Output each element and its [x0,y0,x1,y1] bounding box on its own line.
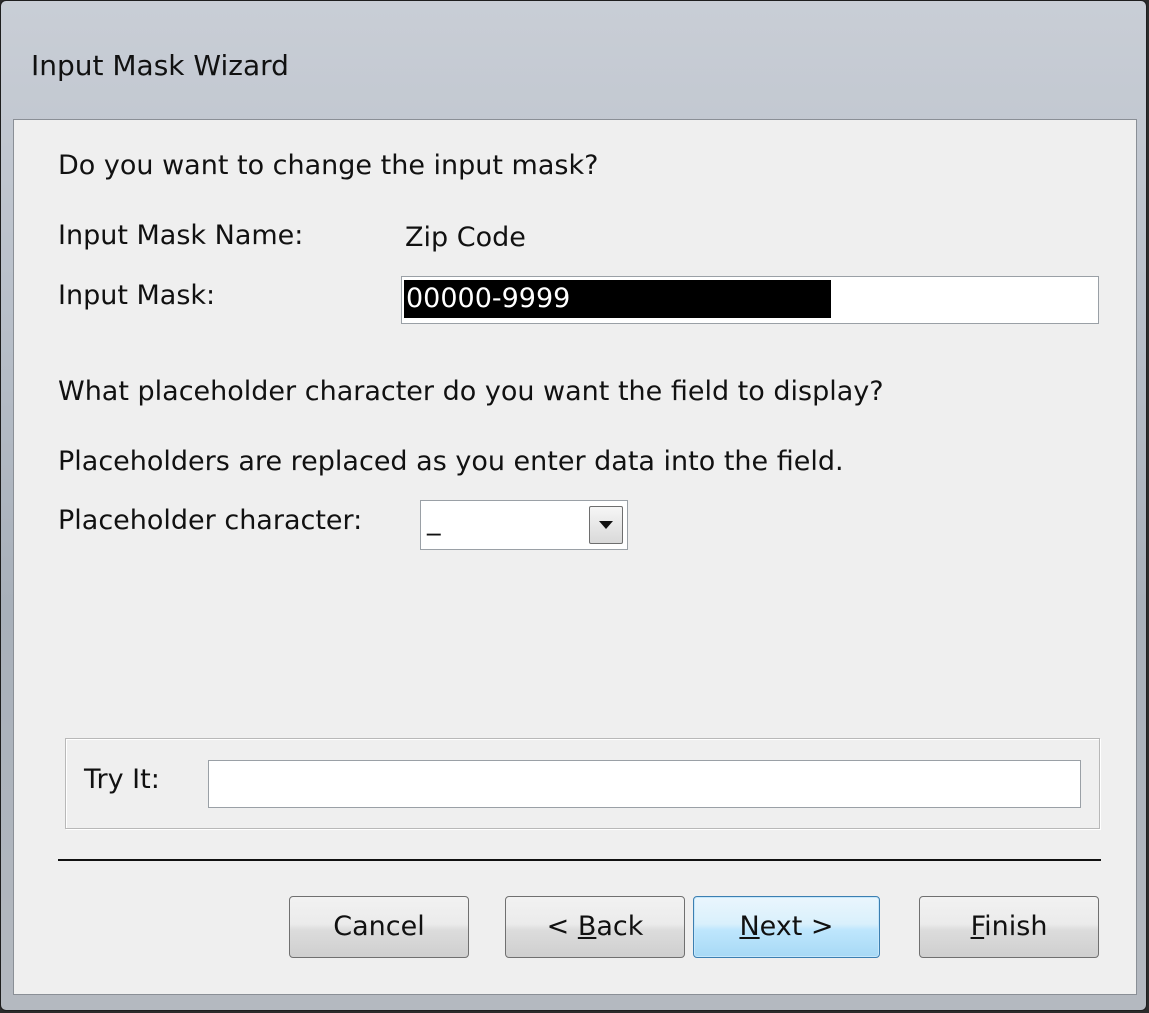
back-button[interactable]: < Back [505,896,685,958]
mask-name-value: Zip Code [405,222,526,253]
back-label-rest: ack [596,911,644,942]
placeholder-note: Placeholders are replaced as you enter d… [58,446,844,477]
title-bar[interactable]: Input Mask Wizard [1,1,1146,117]
cancel-button-label: Cancel [333,911,425,942]
placeholder-question: What placeholder character do you want t… [58,376,884,407]
input-mask-wizard-window: Input Mask Wizard Do you want to change … [0,0,1147,1011]
next-label-rest: ext > [759,911,834,942]
chevron-down-icon[interactable] [589,506,623,544]
separator-line [58,859,1101,861]
placeholder-character-select[interactable]: _ [420,500,628,550]
cancel-button[interactable]: Cancel [289,896,469,958]
window-title: Input Mask Wizard [31,49,289,82]
mask-name-label: Input Mask Name: [58,220,304,251]
finish-mnemonic: F [970,911,985,942]
input-mask-field[interactable]: 00000-9999 [401,276,1099,324]
wizard-content: Do you want to change the input mask? In… [13,119,1137,995]
try-it-group: Try It: [65,738,1100,829]
input-mask-label: Input Mask: [58,280,216,311]
finish-label-rest: inish [984,911,1048,942]
try-it-input[interactable] [208,760,1081,808]
next-button[interactable]: Next > [693,896,880,958]
placeholder-label: Placeholder character: [58,505,363,536]
back-mnemonic: B [577,911,597,942]
finish-button[interactable]: Finish [919,896,1099,958]
next-mnemonic: N [739,911,760,942]
placeholder-character-value: _ [427,505,441,536]
try-it-label: Try It: [84,764,160,795]
question-text: Do you want to change the input mask? [58,150,599,181]
input-mask-selected-text: 00000-9999 [404,280,831,318]
back-prefix: < [546,911,578,942]
